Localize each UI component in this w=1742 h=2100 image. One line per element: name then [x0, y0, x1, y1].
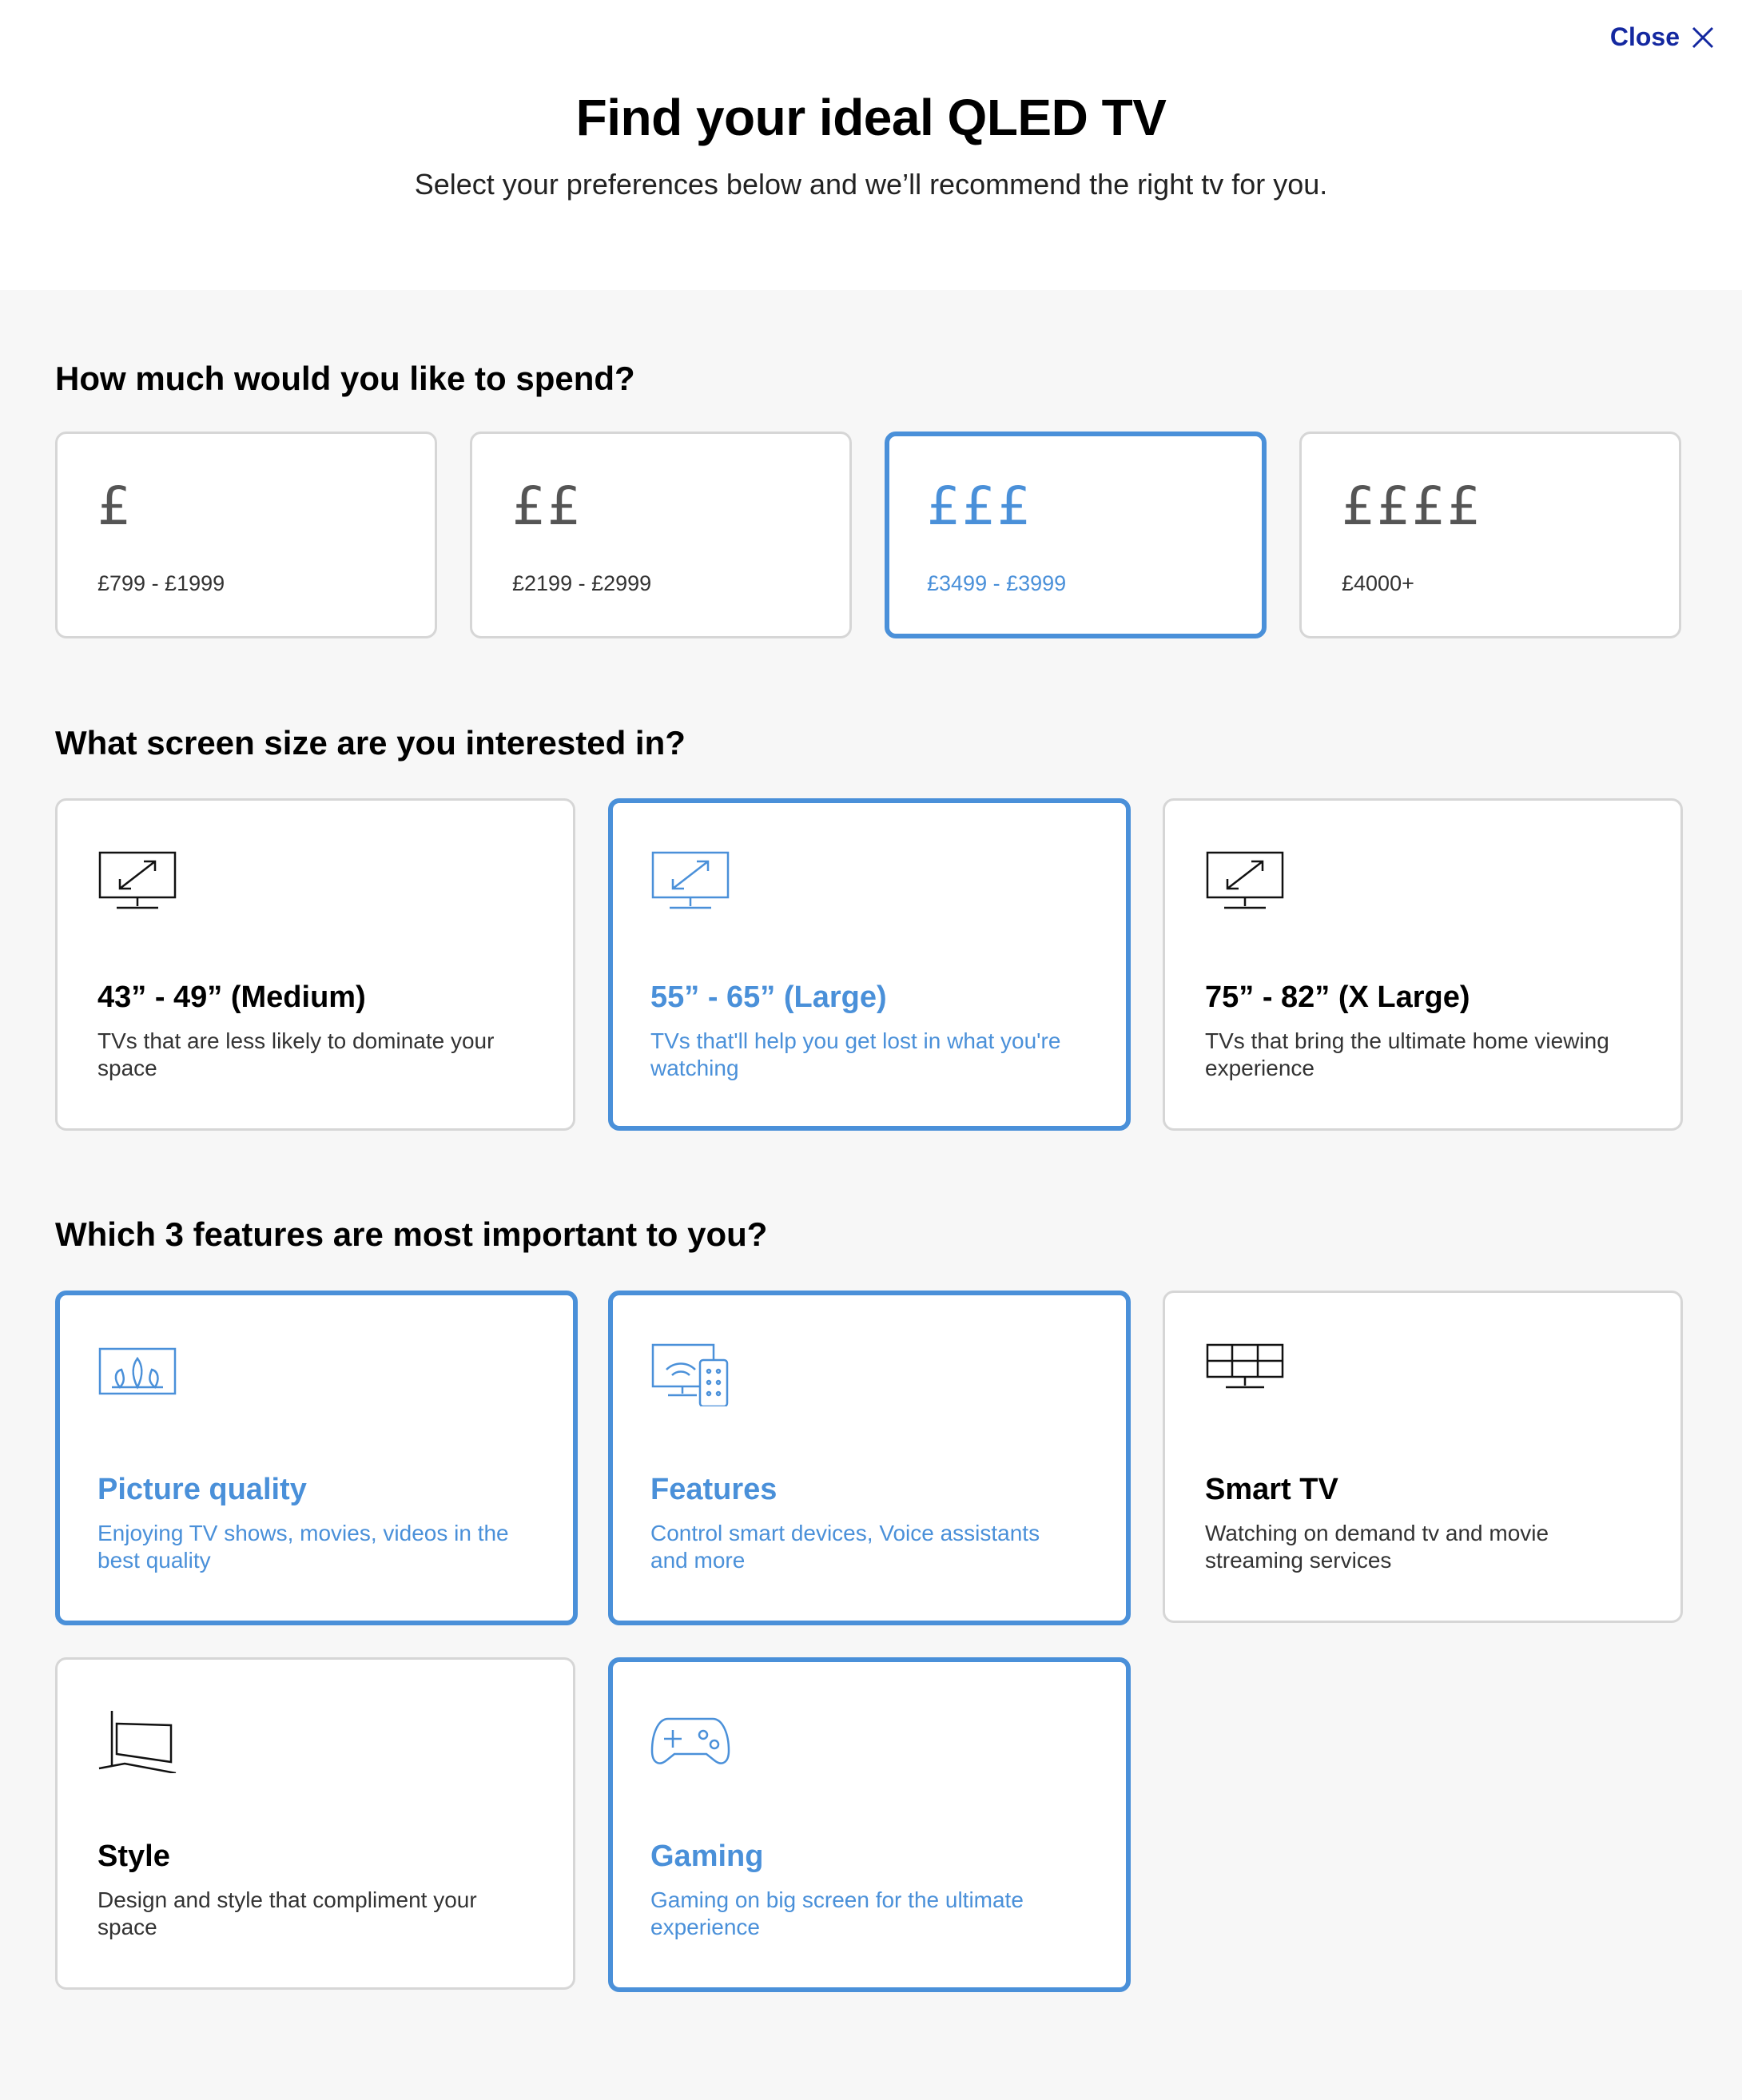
budget-question: How much would you like to spend? — [55, 360, 635, 397]
preferences-panel: How much would you like to spend? £ £799… — [0, 290, 1742, 2100]
size-description: TVs that are less likely to dominate you… — [97, 1028, 495, 1080]
smart-devices-icon — [650, 1342, 730, 1408]
price-range: £4000+ — [1342, 571, 1414, 595]
feature-description: Enjoying TV shows, movies, videos in the… — [97, 1521, 509, 1573]
size-option-xlarge[interactable]: 75” - 82” (X Large) TVs that bring the u… — [1163, 798, 1683, 1131]
price-symbol: £££ — [927, 475, 1032, 537]
feature-option-gaming[interactable]: Gaming Gaming on big screen for the ulti… — [608, 1657, 1131, 1992]
feature-label: Features — [650, 1473, 778, 1506]
feature-description: Gaming on big screen for the ultimate ex… — [650, 1887, 1024, 1939]
page-title: Find your ideal QLED TV — [575, 89, 1167, 146]
feature-option-smart-tv[interactable]: Smart TV Watching on demand tv and movie… — [1163, 1291, 1683, 1623]
feature-option-features[interactable]: Features Control smart devices, Voice as… — [608, 1291, 1131, 1625]
feature-description: Control smart devices, Voice assistants … — [650, 1521, 1040, 1573]
budget-option-4[interactable]: ££££ £4000+ — [1299, 432, 1681, 638]
feature-option-picture-quality[interactable]: Picture quality Enjoying TV shows, movie… — [55, 1291, 578, 1625]
price-range: £2199 - £2999 — [512, 571, 652, 595]
close-label: Close — [1609, 22, 1680, 51]
feature-description: Design and style that compliment your sp… — [97, 1887, 477, 1939]
budget-option-2[interactable]: ££ £2199 - £2999 — [470, 432, 852, 638]
size-label: 55” - 65” (Large) — [650, 980, 887, 1014]
features-question: Which 3 features are most important to y… — [55, 1215, 768, 1253]
feature-label: Smart TV — [1205, 1473, 1338, 1506]
feature-label: Picture quality — [97, 1473, 307, 1506]
tv-resize-icon — [97, 850, 177, 914]
page-header: Find your ideal QLED TV Select your pref… — [0, 0, 1742, 290]
close-icon — [1692, 26, 1714, 48]
feature-label: Style — [97, 1839, 170, 1873]
price-symbol: ££££ — [1342, 475, 1482, 537]
size-option-medium[interactable]: 43” - 49” (Medium) TVs that are less lik… — [55, 798, 575, 1131]
picture-quality-icon — [97, 1342, 177, 1406]
price-range: £3499 - £3999 — [927, 571, 1067, 595]
budget-option-3[interactable]: £££ £3499 - £3999 — [885, 432, 1267, 638]
size-question: What screen size are you interested in? — [55, 724, 686, 762]
tv-resize-icon — [1205, 850, 1285, 914]
feature-option-style[interactable]: Style Design and style that compliment y… — [55, 1657, 575, 1990]
size-description: TVs that'll help you get lost in what yo… — [650, 1028, 1061, 1080]
feature-label: Gaming — [650, 1839, 764, 1873]
price-symbol: ££ — [512, 475, 583, 537]
style-icon — [97, 1709, 177, 1775]
budget-option-1[interactable]: £ £799 - £1999 — [55, 432, 437, 638]
size-label: 75” - 82” (X Large) — [1205, 980, 1470, 1014]
gamepad-icon — [650, 1709, 730, 1773]
price-range: £799 - £1999 — [97, 571, 225, 595]
close-button[interactable]: Close — [1610, 22, 1715, 52]
feature-description: Watching on demand tv and movie streamin… — [1205, 1521, 1549, 1573]
smart-tv-icon — [1205, 1342, 1285, 1406]
size-option-large[interactable]: 55” - 65” (Large) TVs that'll help you g… — [608, 798, 1131, 1131]
tv-resize-icon — [650, 850, 730, 914]
size-description: TVs that bring the ultimate home viewing… — [1205, 1028, 1609, 1080]
size-label: 43” - 49” (Medium) — [97, 980, 366, 1014]
page-subtitle: Select your preferences below and we’ll … — [414, 168, 1328, 201]
price-symbol: £ — [97, 475, 133, 537]
